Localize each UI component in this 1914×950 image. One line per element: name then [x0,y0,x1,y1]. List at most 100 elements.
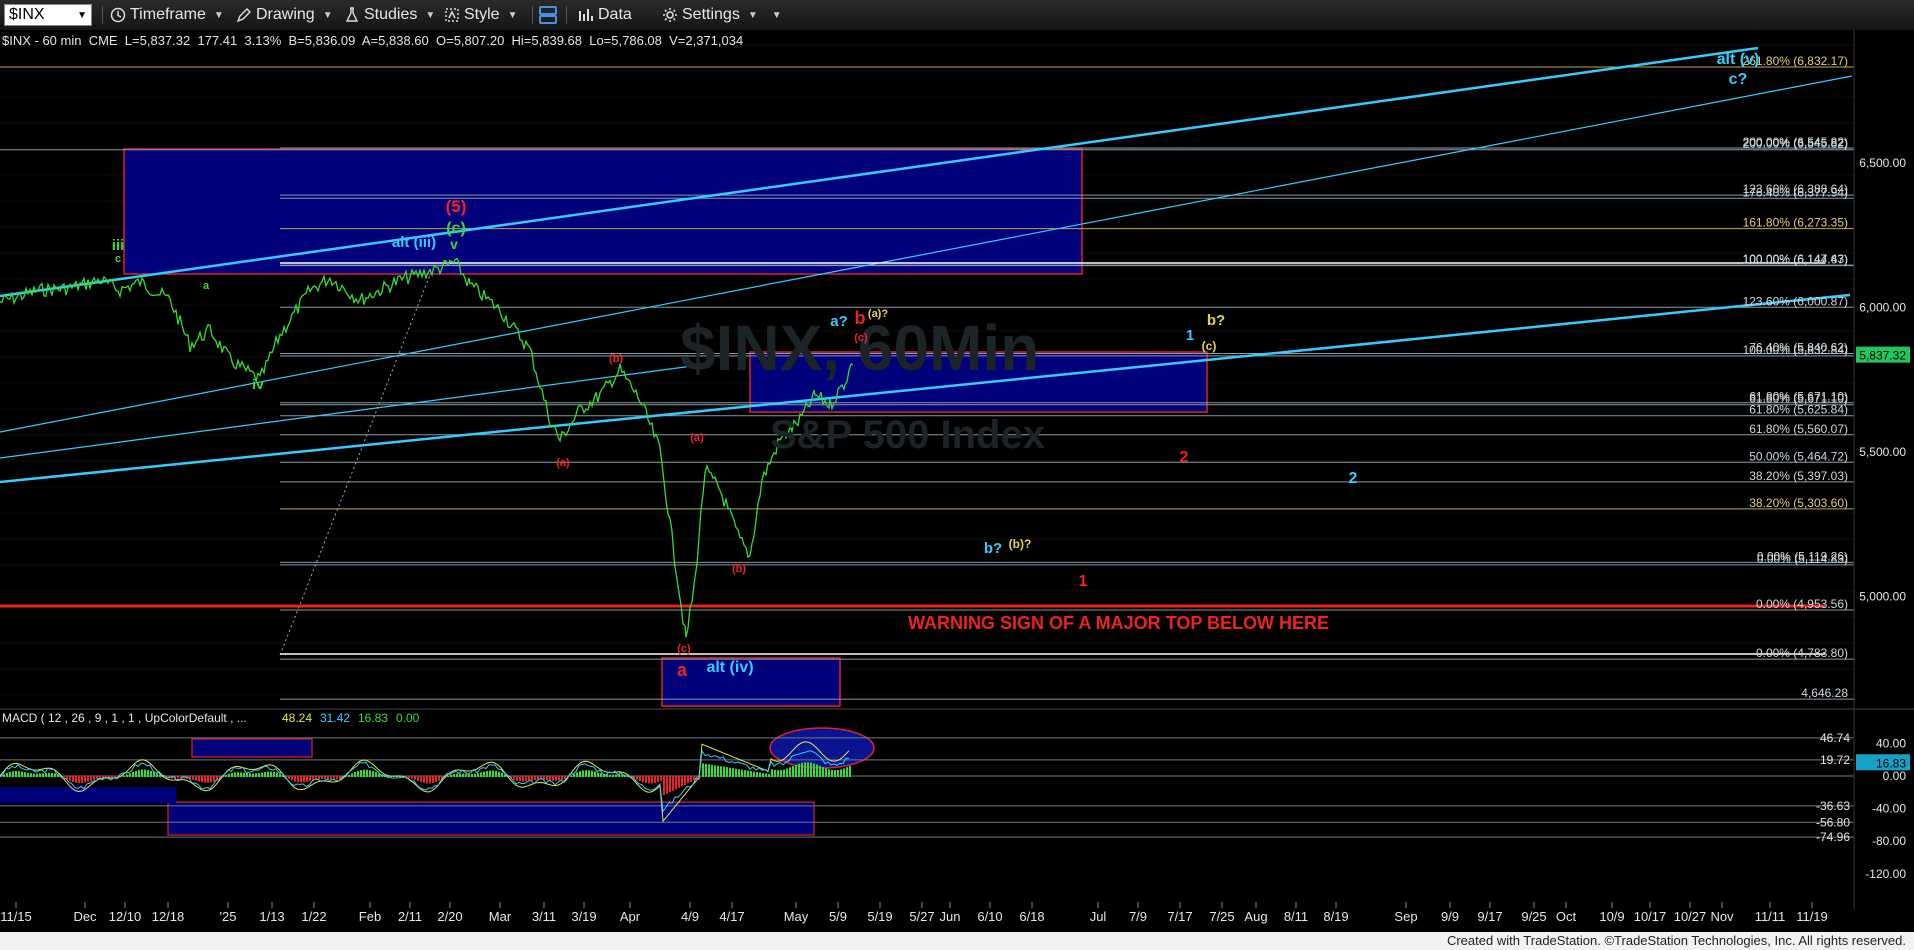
macd-histogram-bar [786,768,788,777]
macd-histogram-bar [375,772,377,777]
macd-histogram-bar [78,776,80,784]
timeframe-button[interactable]: Timeframe ▼ [110,4,224,26]
chevron-down-icon: ▼ [747,9,758,21]
macd-histogram-bar [369,770,371,777]
wave-label: c? [1729,71,1748,88]
macd-tick-label: -80.00 [1872,834,1906,848]
macd-histogram-bar [321,776,323,780]
macd-histogram-bar [528,776,530,781]
studies-button[interactable]: Studies ▼ [344,4,435,26]
symbol-input[interactable]: $INX ▼ [4,4,92,26]
style-button[interactable]: Style ▼ [444,4,517,26]
wave-label: (b) [732,563,746,575]
macd-histogram-bar [663,776,665,796]
macd-histogram-bar [288,776,290,779]
macd-histogram-bar [42,773,44,777]
macd-histogram-bar [792,766,794,777]
macd-histogram-bar [750,771,752,777]
macd-histogram-bar [90,776,92,781]
macd-histogram-bar [546,776,548,781]
macd-histogram-bar [609,774,611,777]
data-button[interactable]: Data [578,4,632,26]
macd-histogram-bar [579,771,581,777]
wave-label: 2 [1180,449,1189,466]
data-label: Data [598,6,632,23]
chevron-down-icon: ▼ [507,9,518,21]
wave-label: alt (iv) [706,659,753,676]
macd-histogram-bar [426,776,428,784]
macd-histogram-bar [45,772,47,777]
time-tick-label: Mar [489,909,512,924]
settings-button[interactable]: Settings ▼ ▼ [662,4,782,26]
macd-histogram-bar [531,776,533,781]
macd-histogram-bar [291,776,293,781]
macd-histogram-bar [252,773,254,777]
macd-tick-label: 0.00 [1883,769,1907,783]
macd-histogram-bar [735,768,737,777]
time-tick-label: Oct [1556,909,1577,924]
macd-last-label: 16.83 [1876,756,1906,770]
drawing-button[interactable]: Drawing ▼ [236,4,333,26]
macd-histogram-bar [678,776,680,788]
time-tick-label: 1/13 [259,909,284,924]
macd-histogram-bar [762,773,764,777]
macd-histogram-bar [306,776,308,782]
chevron-down-icon[interactable]: ▼ [77,10,87,21]
macd-histogram-bar [93,776,95,780]
layout-button[interactable] [538,4,558,26]
macd-histogram-bar [576,772,578,777]
wave-label: 1 [1186,327,1194,344]
macd-histogram-bar [729,767,731,777]
macd-histogram-bar [555,776,557,781]
macd-level-label: -36.63 [1816,799,1850,813]
macd-histogram-bar [273,771,275,777]
macd-top-box [191,738,313,758]
macd-histogram-bar [3,774,5,777]
macd-histogram-bar [126,774,128,777]
macd-histogram-bar [813,763,815,777]
fib-label: 0.00% (4,783.80) [1756,646,1848,660]
warning-text: WARNING SIGN OF A MAJOR TOP BELOW HERE [908,613,1329,633]
fib-label: 200.00% (6,545.82) [1743,135,1848,149]
price-chart[interactable]: $INX, 60Min S&P 500 Index 261.80% (6,832… [0,30,1914,932]
wave-label: alt (v) [1717,51,1760,68]
macd-histogram-bar [144,769,146,777]
time-tick-label: Apr [620,909,641,924]
macd-value-2: 31.42 [320,711,350,725]
macd-tick-label: -40.00 [1872,802,1906,816]
macd-histogram-bar [327,776,329,780]
time-tick-label: 7/17 [1167,909,1192,924]
wave-label: (b)? [1009,537,1032,551]
macd-histogram-bar [360,770,362,777]
time-tick-label: 11/15 [0,909,32,924]
macd-histogram-bar [261,772,263,777]
macd-histogram-bar [591,770,593,777]
macd-histogram-bar [465,773,467,777]
style-label: Style [464,6,500,23]
macd-histogram-bar [300,776,302,783]
macd-histogram-bar [48,772,50,777]
pencil-icon [236,8,251,23]
macd-histogram-bar [357,770,359,777]
macd-histogram-bar [564,776,566,780]
macd-histogram-bar [225,775,227,777]
macd-histogram-bar [264,772,266,777]
macd-histogram-bar [849,765,851,777]
macd-histogram-bar [516,776,518,781]
macd-histogram-bar [798,763,800,777]
macd-histogram-bar [594,771,596,777]
macd-histogram-bar [9,771,11,777]
fib-label: 50.00% (5,464.72) [1749,449,1848,463]
macd-histogram-bar [702,763,704,777]
wave-label: (c) [677,643,691,655]
macd-histogram-bar [816,764,818,777]
fib-label: 161.80% (6,273.35) [1743,216,1848,230]
flask-icon [345,7,359,22]
macd-histogram-bar [822,767,824,777]
macd-histogram-bar [123,775,125,777]
macd-histogram-bar [474,773,476,777]
macd-histogram-bar [534,776,536,780]
macd-histogram-bar [453,773,455,777]
chevron-down-icon: ▼ [425,9,436,21]
time-tick-label: 12/10 [109,909,142,924]
